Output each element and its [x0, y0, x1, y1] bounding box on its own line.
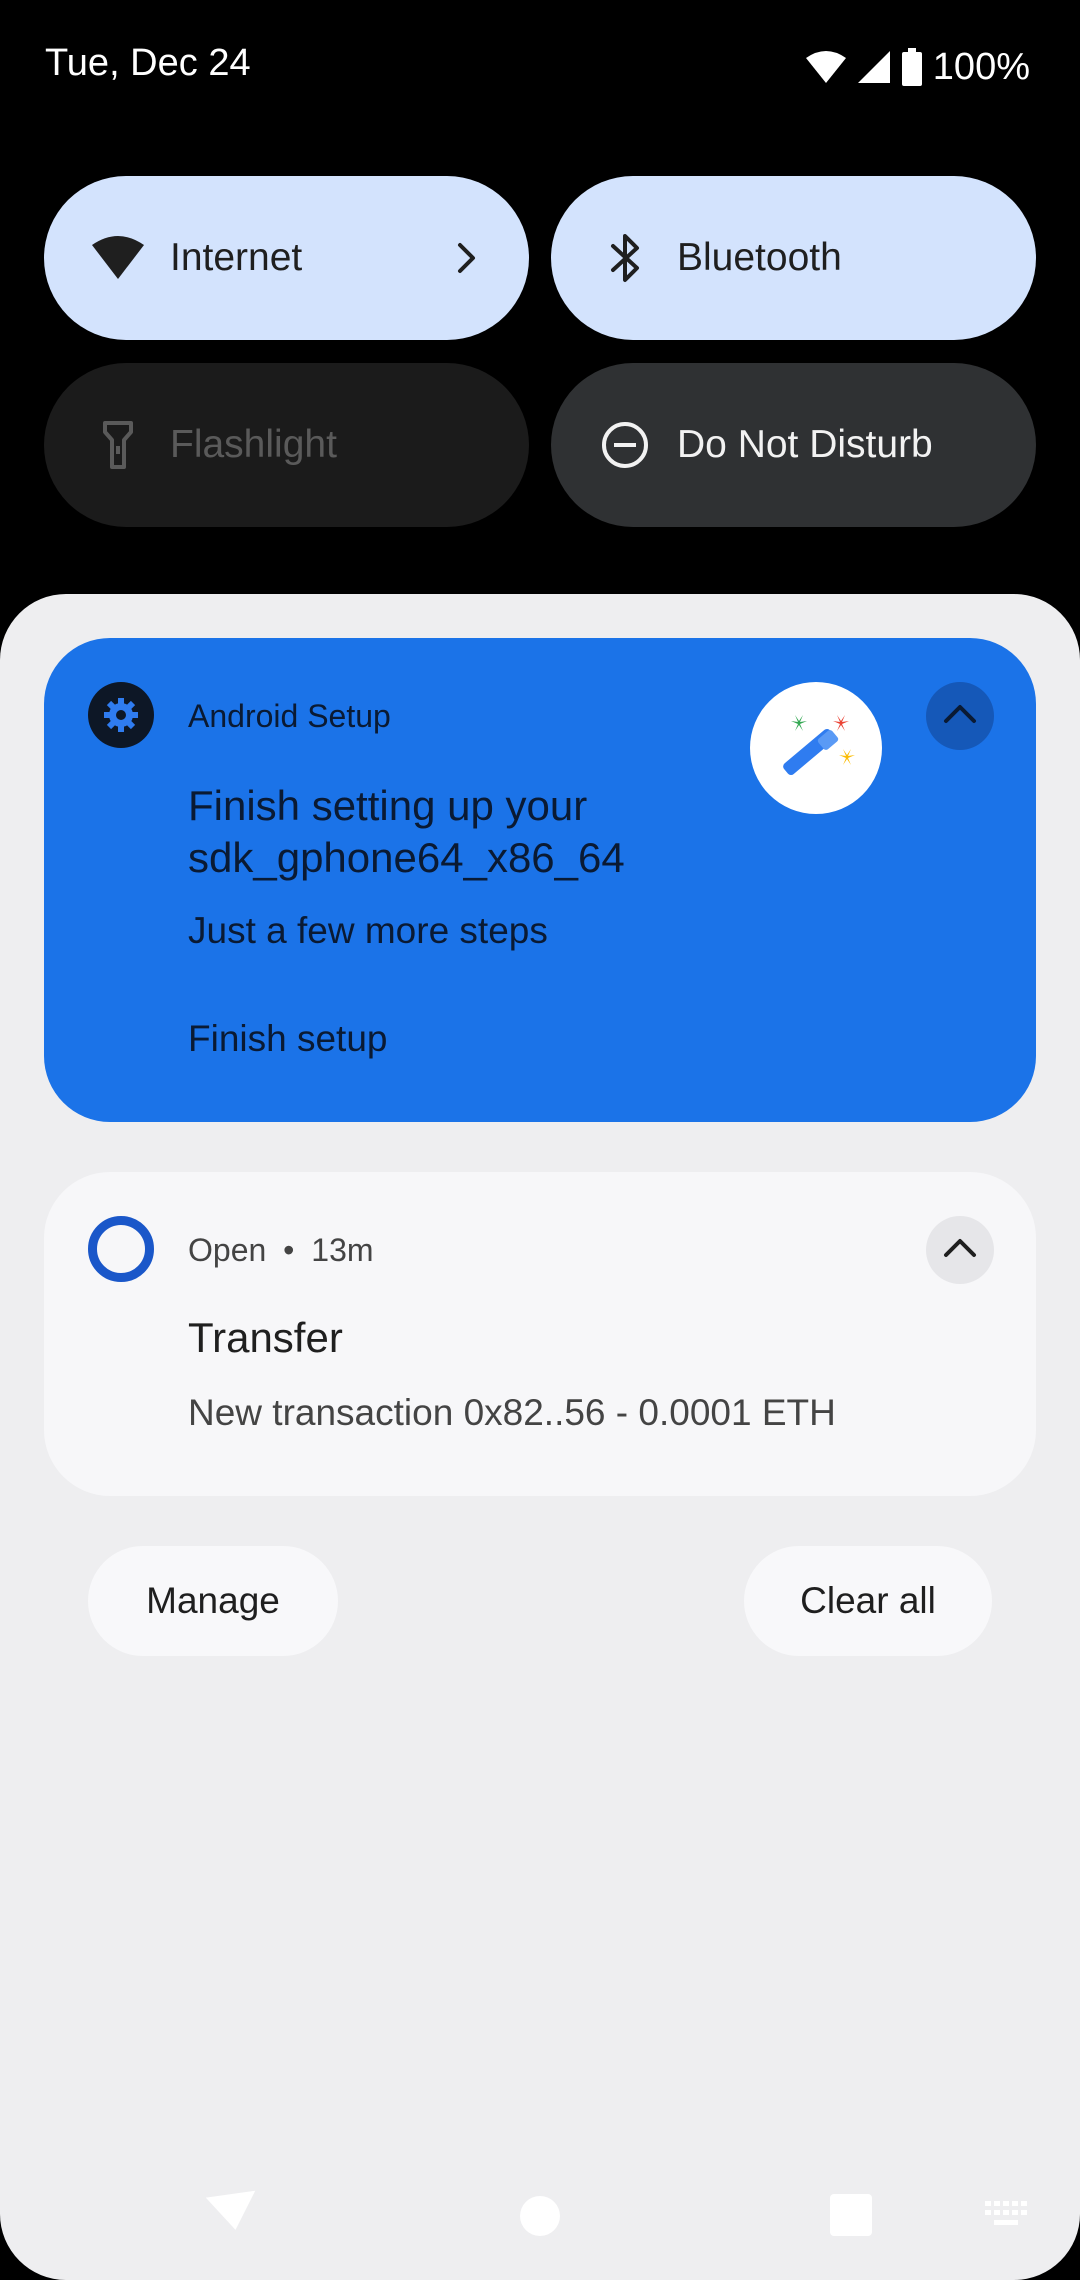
- screen: Tue, Dec 24 100% Internet Bluetooth Flas…: [0, 0, 1080, 2280]
- notification-time: 13m: [311, 1232, 374, 1268]
- circle-icon: [88, 1216, 154, 1282]
- tile-do-not-disturb-label: Do Not Disturb: [677, 423, 933, 466]
- tile-internet-label: Internet: [170, 236, 303, 279]
- clear-all-button[interactable]: Clear all: [744, 1546, 992, 1656]
- notification-app-name: Open: [188, 1232, 267, 1268]
- tile-flashlight-label: Flashlight: [170, 423, 337, 466]
- collapse-button[interactable]: [926, 682, 994, 750]
- status-icons: 100%: [805, 42, 1030, 92]
- notification-text: New transaction 0x82..56 - 0.0001 ETH: [188, 1392, 836, 1433]
- flashlight-icon: [86, 413, 150, 477]
- tile-flashlight[interactable]: Flashlight: [44, 363, 529, 527]
- notification-text: Just a few more steps: [188, 910, 548, 951]
- finish-setup-button[interactable]: Finish setup: [188, 1018, 388, 1060]
- collapse-button[interactable]: [926, 1216, 994, 1284]
- bluetooth-icon: [593, 226, 657, 290]
- tile-bluetooth-label: Bluetooth: [677, 236, 842, 279]
- back-icon[interactable]: [205, 2190, 260, 2239]
- chevron-up-icon: [942, 703, 978, 730]
- notification-title: Transfer: [188, 1314, 343, 1361]
- status-bar: Tue, Dec 24 100%: [0, 0, 1080, 130]
- battery-icon: [901, 48, 923, 86]
- notification-app-name: Android Setup: [188, 698, 391, 734]
- wifi-icon: [805, 50, 847, 84]
- keyboard-icon[interactable]: [984, 2200, 1030, 2233]
- tile-internet[interactable]: Internet: [44, 176, 529, 340]
- notification-separator: •: [283, 1232, 295, 1268]
- magic-wand-icon: [750, 682, 882, 814]
- chevron-up-icon: [942, 1237, 978, 1264]
- cell-signal-icon: [857, 50, 891, 84]
- tile-bluetooth[interactable]: Bluetooth: [551, 176, 1036, 340]
- wifi-icon: [86, 226, 150, 290]
- tile-do-not-disturb[interactable]: Do Not Disturb: [551, 363, 1036, 527]
- manage-button[interactable]: Manage: [88, 1546, 338, 1656]
- do-not-disturb-icon: [593, 413, 657, 477]
- notification-android-setup[interactable]: Android Setup Finish setting up your sdk…: [44, 638, 1036, 1122]
- notification-open[interactable]: Open • 13m Transfer New transaction 0x82…: [44, 1172, 1036, 1496]
- chevron-right-icon: [445, 236, 489, 280]
- home-icon[interactable]: [520, 2196, 560, 2236]
- notification-header: Open • 13m: [188, 1232, 374, 1269]
- navigation-bar: [0, 2180, 1080, 2280]
- gear-icon: [88, 682, 154, 748]
- status-date: Tue, Dec 24: [45, 42, 251, 84]
- recents-icon[interactable]: [830, 2194, 872, 2236]
- notification-title: Finish setting up your sdk_gphone64_x86_…: [188, 782, 625, 881]
- battery-percent: 100%: [932, 45, 1030, 88]
